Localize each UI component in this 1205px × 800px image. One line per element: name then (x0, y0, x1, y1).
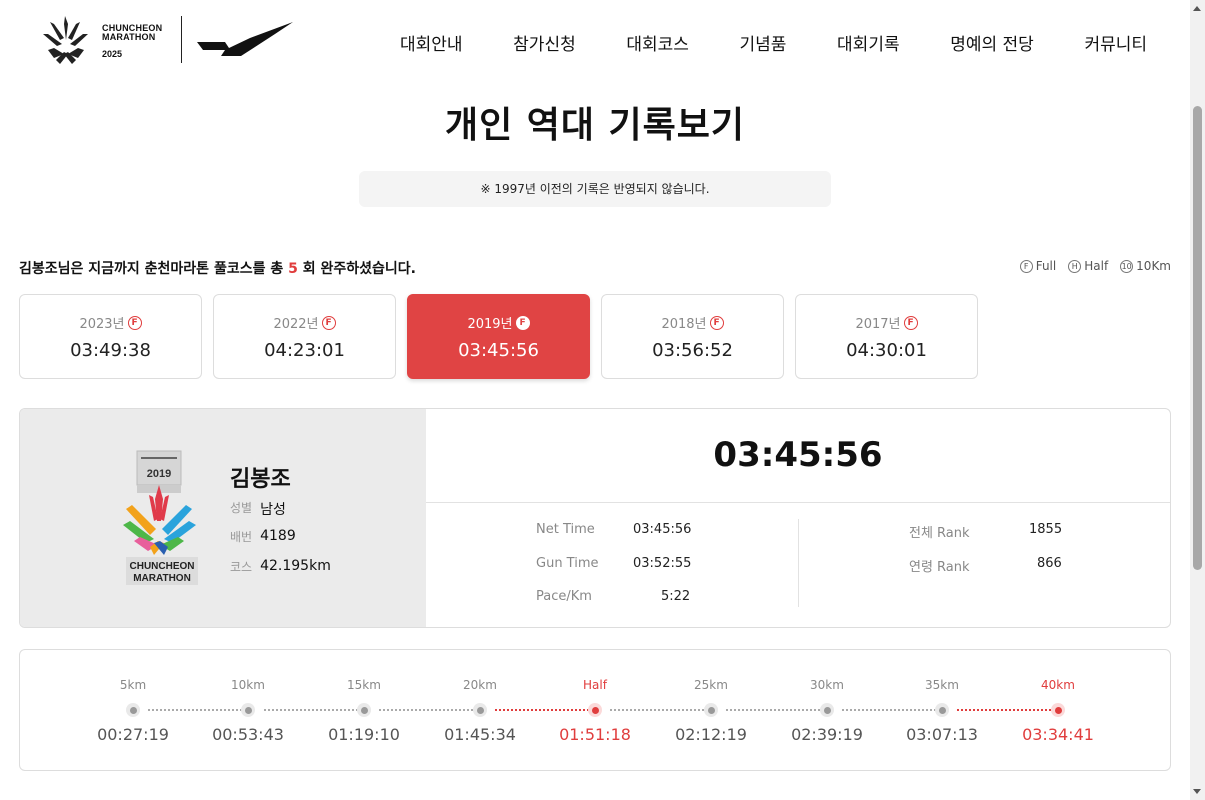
year-card-2019[interactable]: 2019년 F 03:45:56 (407, 294, 590, 379)
year-card-time: 04:23:01 (264, 340, 345, 361)
year-tabs: 2023년 F 03:49:38 2022년 F 04:23:01 2019년 F 0… (19, 294, 978, 379)
year-card-time: 04:30:01 (846, 340, 927, 361)
split-dot-icon (704, 703, 718, 717)
year-card-2022[interactable]: 2022년 F 04:23:01 (213, 294, 396, 379)
age-rank-value: 866 (1037, 556, 1062, 571)
record-detail-panel: 2019 CHUNCHEON MARATHON 김봉조 성별 남성 배번 418… (19, 408, 1171, 628)
maple-leaf-logo-icon (43, 16, 88, 64)
logo-divider (181, 16, 182, 63)
year-card-time: 03:56:52 (652, 340, 733, 361)
notice-box: ※ 1997년 이전의 기록은 반영되지 않습니다. (359, 171, 831, 207)
split-connector (957, 709, 1051, 711)
gender-value: 남성 (260, 502, 286, 518)
split-connector (264, 709, 358, 711)
year-card-time: 03:49:38 (70, 340, 151, 361)
runner-name: 김봉조 (230, 467, 291, 492)
logo-year: 2025 (102, 49, 123, 59)
vertical-scrollbar[interactable] (1190, 0, 1205, 800)
split-connector (726, 709, 820, 711)
10km-badge-icon: 10 (1120, 259, 1134, 273)
summary-suffix: 회 완주하셨습니다. (302, 261, 416, 277)
split-dot-icon (935, 703, 949, 717)
airplane-sponsor-logo-icon[interactable] (195, 20, 295, 60)
runner-info: 2019 CHUNCHEON MARATHON 김봉조 성별 남성 배번 418… (20, 409, 426, 627)
full-badge-icon: F (127, 315, 142, 330)
gender-row: 성별 남성 (230, 501, 286, 518)
legend-half: H Half (1068, 259, 1108, 273)
bib-row: 배번 4189 (230, 528, 296, 544)
svg-text:CHUNCHEON: CHUNCHEON (130, 561, 195, 572)
medal-icon: 2019 CHUNCHEON MARATHON (123, 450, 198, 585)
nav-item-registration[interactable]: 참가신청 (513, 30, 576, 55)
overall-rank-value: 1855 (1029, 522, 1063, 537)
page-title: 개인 역대 기록보기 (444, 105, 746, 146)
split-dot-icon (357, 703, 371, 717)
nav-item-course[interactable]: 대회코스 (626, 30, 689, 55)
course-legend: F Full H Half 10 10Km (1019, 259, 1171, 273)
svg-text:MARATHON: MARATHON (133, 573, 191, 584)
split-dot-icon (473, 703, 487, 717)
completion-count: 5 (288, 261, 298, 277)
nav-item-souvenir[interactable]: 기념품 (740, 30, 787, 55)
svg-text:2019: 2019 (147, 468, 171, 480)
finish-time: 03:45:56 (713, 435, 883, 475)
site-header: CHUNCHEON MARATHON 2025 대회안내 참가신청 대회코스 기… (0, 0, 1190, 86)
half-badge-icon: H (1068, 259, 1082, 273)
full-badge-icon: F (709, 315, 724, 330)
net-time-value: 03:45:56 (633, 522, 692, 537)
full-badge-icon: F (515, 315, 530, 330)
nav-item-records[interactable]: 대회기록 (837, 30, 900, 55)
split-dot-icon (588, 703, 602, 717)
year-card-2018[interactable]: 2018년 F 03:56:52 (601, 294, 784, 379)
split-dot-icon (820, 703, 834, 717)
divider (798, 519, 799, 607)
year-card-2017[interactable]: 2017년 F 04:30:01 (795, 294, 978, 379)
split-connector (379, 709, 473, 711)
scroll-up-arrow-icon[interactable] (1193, 6, 1201, 11)
year-card-time: 03:45:56 (458, 340, 539, 361)
bib-value: 4189 (260, 528, 296, 544)
main-nav: 대회안내 참가신청 대회코스 기념품 대회기록 명예의 전당 커뮤니티 (400, 30, 1147, 55)
scroll-down-arrow-icon[interactable] (1193, 789, 1201, 794)
split-connector (495, 709, 589, 711)
nav-item-event-info[interactable]: 대회안내 (400, 30, 463, 55)
nav-item-hall-of-fame[interactable]: 명예의 전당 (950, 30, 1034, 55)
split-times: 5km 00:27:19 10km 00:53:43 15km 01:19:10… (19, 649, 1171, 771)
split-connector (148, 709, 242, 711)
split-dot-icon (241, 703, 255, 717)
split-dot-icon (126, 703, 140, 717)
record-stats: 03:45:56 Net Time 03:45:56 Gun Time 03:5… (426, 409, 1170, 627)
legend-full: F Full (1019, 259, 1056, 273)
completion-summary: 김봉조님은 지금까지 춘천마라톤 풀코스를 총 5 회 완주하셨습니다. (19, 258, 416, 278)
full-badge-icon: F (1019, 259, 1033, 273)
full-badge-icon: F (321, 315, 336, 330)
legend-10km: 10 10Km (1120, 259, 1171, 273)
chuncheon-marathon-logo[interactable]: CHUNCHEON MARATHON 2025 (40, 14, 190, 64)
scrollbar-thumb[interactable] (1193, 106, 1202, 570)
course-row: 코스 42.195km (230, 558, 331, 574)
full-badge-icon: F (903, 315, 918, 330)
course-value: 42.195km (260, 558, 331, 574)
split-connector (610, 709, 704, 711)
nav-item-community[interactable]: 커뮤니티 (1084, 30, 1147, 55)
logo-line-2: MARATHON (102, 32, 156, 42)
pace-value: 5:22 (661, 589, 691, 604)
gun-time-value: 03:52:55 (633, 556, 692, 571)
divider (426, 502, 1170, 503)
split-connector (842, 709, 936, 711)
split-dot-icon (1051, 703, 1065, 717)
year-card-2023[interactable]: 2023년 F 03:49:38 (19, 294, 202, 379)
summary-prefix: 김봉조님은 지금까지 춘천마라톤 풀코스를 총 (19, 261, 284, 277)
